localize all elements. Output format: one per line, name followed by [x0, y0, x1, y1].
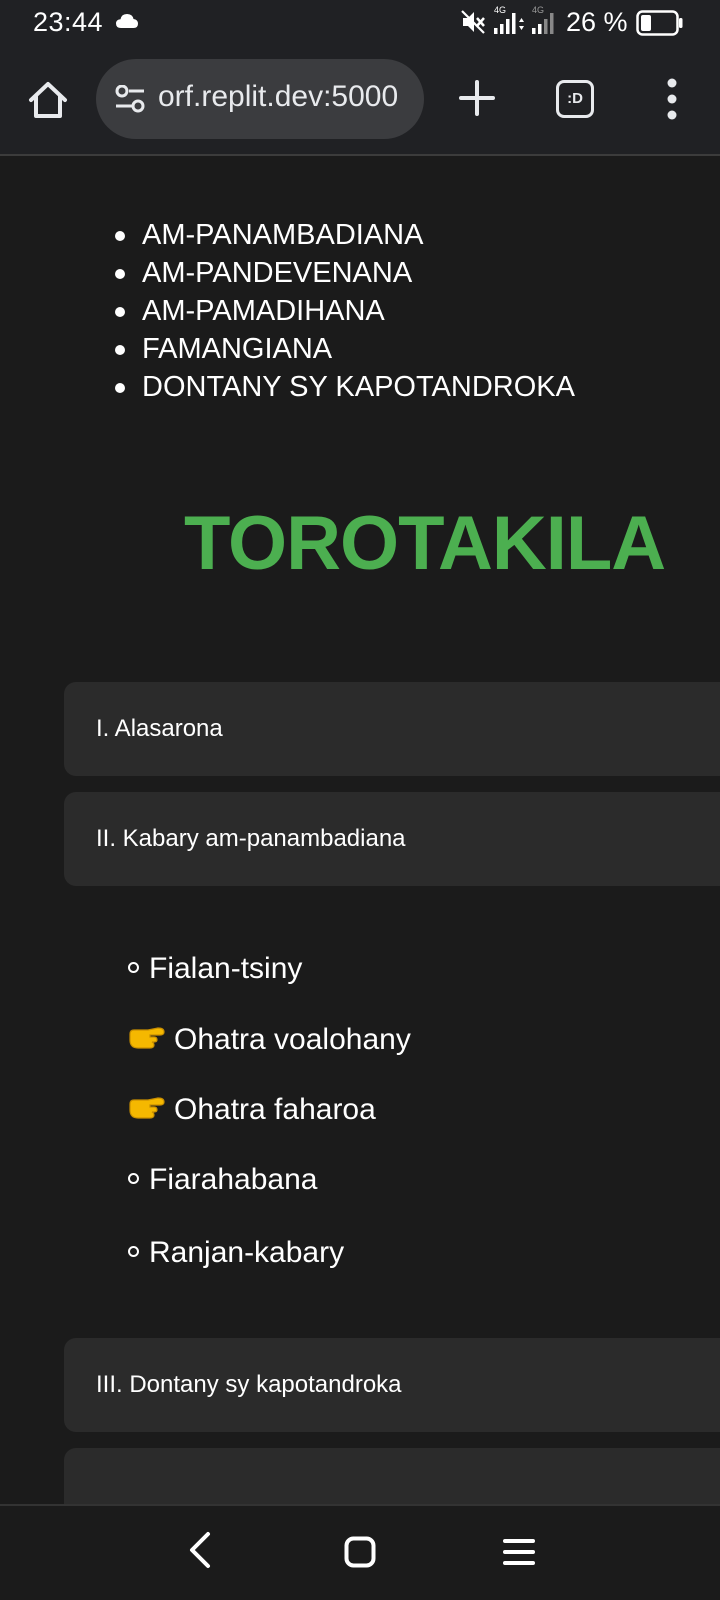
pointing-hand-icon [128, 1022, 166, 1060]
cloud-icon [116, 13, 138, 34]
plus-icon[interactable] [458, 78, 496, 118]
section-header-alasarona[interactable]: I. Alasarona [64, 682, 720, 776]
circle-bullet-icon [128, 1245, 139, 1257]
status-bar: 23:44 4G 4G 26 % [0, 0, 720, 46]
top-list: AM-PANAMBADIANA AM-PANDEVENANA AM-PAMADI… [115, 216, 575, 406]
list-item[interactable]: AM-PANDEVENANA [115, 254, 575, 292]
back-icon[interactable] [186, 1530, 216, 1575]
section-label: II. Kabary am-panambadiana [96, 825, 406, 852]
sub-item[interactable]: Ohatra faharoa [128, 1092, 376, 1130]
sub-item[interactable]: Fialan-tsiny [128, 952, 302, 986]
battery-percent: 26 % [566, 7, 628, 37]
browser-toolbar: orf.replit.dev:5000 :D [0, 46, 720, 156]
more-vert-icon[interactable] [662, 76, 682, 122]
tab-switcher-icon[interactable]: :D [556, 80, 594, 118]
status-time: 23:44 [33, 7, 104, 37]
recents-icon[interactable] [502, 1538, 536, 1571]
list-item[interactable]: AM-PANAMBADIANA [115, 216, 575, 254]
system-nav-bar [0, 1504, 720, 1600]
mute-icon [460, 9, 486, 40]
home-nav-icon[interactable] [344, 1536, 376, 1573]
sub-item[interactable]: Ohatra voalohany [128, 1022, 411, 1060]
section-label: III. Dontany sy kapotandroka [96, 1371, 402, 1398]
signal-icon: 4G [492, 4, 526, 43]
list-item[interactable]: AM-PAMADIHANA [115, 292, 575, 330]
sub-item[interactable]: Ranjan-kabary [128, 1236, 344, 1270]
section-label: I. Alasarona [96, 715, 223, 742]
url-bar[interactable]: orf.replit.dev:5000 [96, 59, 424, 139]
signal-icon-2: 4G [530, 4, 558, 43]
net-label-1: 4G [494, 5, 506, 15]
bullet-icon [115, 231, 125, 241]
sub-item[interactable]: Fiarahabana [128, 1163, 317, 1197]
bullet-icon [115, 269, 125, 279]
screen: 23:44 4G 4G 26 % orf.replit.dev:5000:D … [0, 0, 720, 1600]
bullet-icon [115, 383, 125, 393]
net-label-2: 4G [532, 5, 544, 15]
home-icon[interactable] [26, 78, 70, 122]
circle-bullet-icon [128, 961, 139, 973]
section-header-kabary[interactable]: II. Kabary am-panambadiana [64, 792, 720, 886]
pointing-hand-icon [128, 1092, 166, 1130]
url-text: orf.replit.dev:5000 [158, 80, 399, 113]
battery-icon [636, 10, 684, 41]
list-item[interactable]: FAMANGIANA [115, 330, 575, 368]
bullet-icon [115, 307, 125, 317]
circle-bullet-icon [128, 1172, 139, 1184]
bullet-icon [115, 345, 125, 355]
list-item[interactable]: DONTANY SY KAPOTANDROKA [115, 368, 575, 406]
site-settings-icon[interactable] [114, 84, 148, 118]
section-header-dontany[interactable]: III. Dontany sy kapotandroka [64, 1338, 720, 1432]
page-title: TOROTAKILA [184, 501, 666, 586]
